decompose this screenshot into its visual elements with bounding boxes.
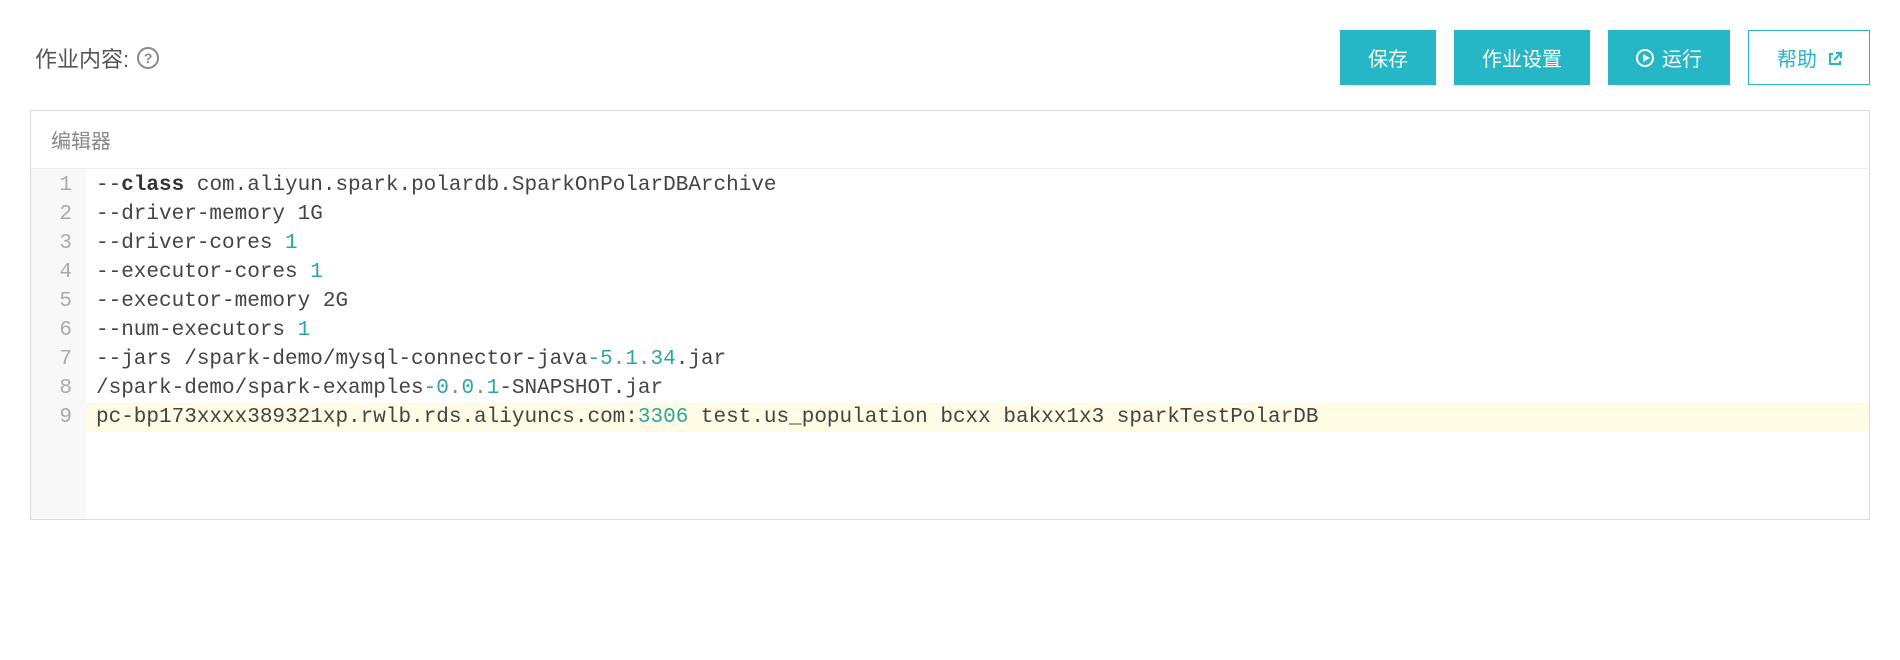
- code-line[interactable]: --jars /spark-demo/mysql-connector-java-…: [96, 345, 1859, 374]
- code-line[interactable]: --executor-cores 1: [96, 258, 1859, 287]
- line-number: 7: [41, 345, 72, 374]
- code-line[interactable]: --class com.aliyun.spark.polardb.SparkOn…: [96, 171, 1859, 200]
- help-button[interactable]: 帮助: [1748, 30, 1870, 85]
- line-number: 5: [41, 287, 72, 316]
- save-button[interactable]: 保存: [1340, 30, 1436, 85]
- run-button-label: 运行: [1662, 43, 1702, 72]
- page-header: 作业内容: ? 保存 作业设置 运行 帮助: [30, 30, 1870, 85]
- play-circle-icon: [1636, 49, 1654, 67]
- code-line[interactable]: pc-bp173xxxx389321xp.rwlb.rds.aliyuncs.c…: [86, 403, 1869, 432]
- help-tooltip-icon[interactable]: ?: [137, 47, 159, 69]
- run-button[interactable]: 运行: [1608, 30, 1730, 85]
- editor-container: 编辑器 123456789 --class com.aliyun.spark.p…: [30, 110, 1870, 520]
- code-line[interactable]: --driver-cores 1: [96, 229, 1859, 258]
- line-number: 6: [41, 316, 72, 345]
- line-number: 3: [41, 229, 72, 258]
- line-number-gutter: 123456789: [31, 169, 86, 519]
- line-number: 8: [41, 374, 72, 403]
- code-line[interactable]: --executor-memory 2G: [96, 287, 1859, 316]
- job-settings-button[interactable]: 作业设置: [1454, 30, 1590, 85]
- code-content[interactable]: --class com.aliyun.spark.polardb.SparkOn…: [86, 169, 1869, 519]
- button-group: 保存 作业设置 运行 帮助: [1340, 30, 1870, 85]
- line-number: 4: [41, 258, 72, 287]
- help-button-label: 帮助: [1777, 43, 1817, 72]
- code-line[interactable]: --driver-memory 1G: [96, 200, 1859, 229]
- editor-tab[interactable]: 编辑器: [31, 111, 1869, 169]
- line-number: 9: [41, 403, 72, 432]
- line-number: 2: [41, 200, 72, 229]
- code-line[interactable]: /spark-demo/spark-examples-0.0.1-SNAPSHO…: [96, 374, 1859, 403]
- line-number: 1: [41, 171, 72, 200]
- title-section: 作业内容: ?: [35, 42, 159, 74]
- page-title: 作业内容:: [35, 42, 129, 74]
- code-line[interactable]: --num-executors 1: [96, 316, 1859, 345]
- external-link-icon: [1827, 51, 1841, 65]
- code-area[interactable]: 123456789 --class com.aliyun.spark.polar…: [31, 169, 1869, 519]
